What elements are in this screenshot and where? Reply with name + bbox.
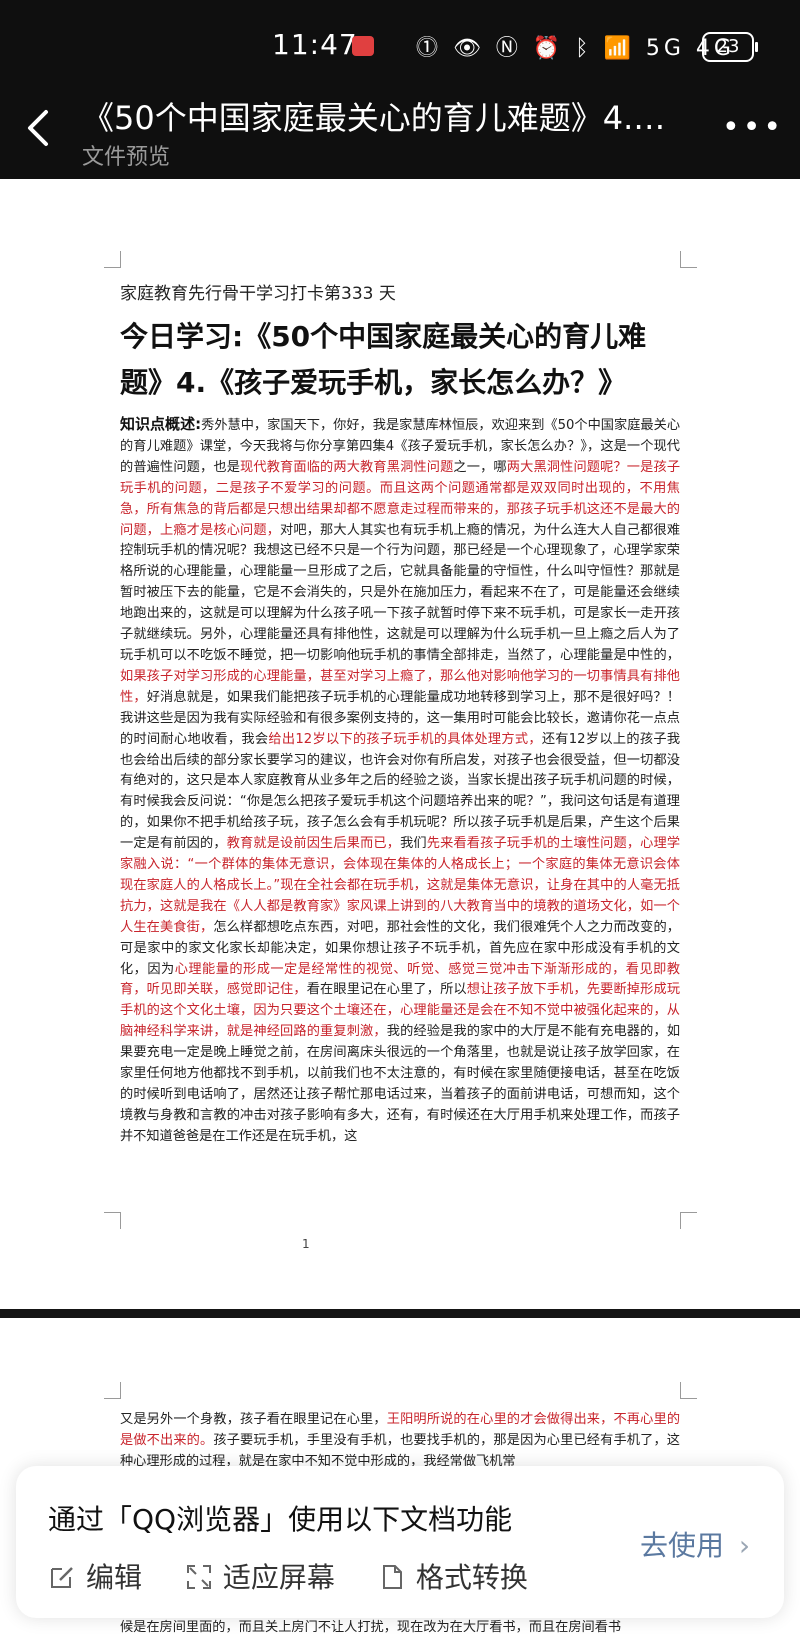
fit-screen-action-label: 适应屏幕	[222, 1561, 335, 1594]
lead-label: 知识点概述:	[120, 415, 202, 433]
headline-line-2: 题》4.《孩子爱玩手机，家长怎么办？》	[120, 366, 627, 399]
top-bar: 11:47 ⓵ 👁 Ⓝ ⏰ ᛒ 📶 5G 4G 23 《50个中国家庭最关心的育…	[0, 0, 800, 179]
body-paragraph: 知识点概述:秀外慧中，家国天下，你好，我是家慧库林恒辰，欢迎来到《50个中国家庭…	[120, 414, 680, 1148]
edit-action-label: 编辑	[86, 1561, 143, 1594]
edit-icon	[51, 1567, 73, 1588]
text-segment: 看在眼里记在心里了，所以	[306, 982, 467, 998]
crop-mark	[104, 1382, 121, 1399]
fit-screen-action[interactable]: 适应屏幕	[185, 1556, 335, 1596]
edit-action[interactable]: 编辑	[48, 1556, 142, 1596]
go-use-label: 去使用	[640, 1529, 725, 1562]
crop-mark	[680, 1382, 697, 1399]
file-convert-action-label: 格式转换	[415, 1561, 528, 1594]
crop-mark	[680, 1212, 697, 1229]
qq-browser-promo-card: 通过「QQ浏览器」使用以下文档功能 编辑 适应屏幕 格式转换 去使用 ›	[16, 1466, 784, 1618]
page-1-content: 家庭教育先行骨干学习打卡第333 天 今日学习:《50个中国家庭最关心的育儿难 …	[120, 279, 680, 1148]
headline-line-1: 今日学习:《50个中国家庭最关心的育儿难	[120, 320, 647, 353]
page-2-content: 又是另外一个身教，孩子看在眼里记在心里，王阳明所说的在心里的才会做得出来，不再心…	[120, 1410, 680, 1473]
text-segment: 我们	[400, 836, 427, 852]
crop-mark	[680, 251, 697, 268]
text-segment: 我的经验是我的家中的大厅是不能有充电器的，如果要充电一定是晚上睡觉之前，在房间离…	[120, 1024, 681, 1144]
status-icons: ⓵ 👁 Ⓝ ⏰ ᛒ 📶 5G 4G	[416, 36, 735, 61]
promo-actions: 编辑 适应屏幕 格式转换	[48, 1556, 562, 1596]
page-2-peek-text: 候是在房间里面的，而且关上房门不让人打扰，现在改为在大厅看书，而且在房间看书	[120, 1620, 622, 1635]
go-use-button[interactable]: 去使用 ›	[640, 1524, 750, 1564]
notification-app-icon	[352, 36, 374, 56]
crop-mark	[104, 1212, 121, 1229]
back-button[interactable]	[20, 104, 60, 152]
text-segment: 对吧，那大人其实也有玩手机上瘾的情况，为什么连大人自己都很难控制玩手机的情况呢？…	[120, 522, 681, 663]
crop-mark	[104, 251, 121, 268]
fit-screen-icon	[186, 1565, 211, 1589]
kicker-text: 家庭教育先行骨干学习打卡第333 天	[120, 284, 396, 304]
page-divider	[0, 1309, 800, 1318]
chevron-right-icon: ›	[738, 1529, 751, 1562]
chevron-left-icon	[28, 110, 48, 146]
file-convert-icon	[382, 1565, 402, 1589]
text-segment: 还有12岁以上的孩子我也会给出后续的部分家长要学习的建议，也许会对你有所启发，对…	[120, 731, 681, 852]
page-headline: 今日学习:《50个中国家庭最关心的育儿难 题》4.《孩子爱玩手机，家长怎么办？》	[120, 314, 680, 406]
document-page-1: 家庭教育先行骨干学习打卡第333 天 今日学习:《50个中国家庭最关心的育儿难 …	[0, 179, 800, 1309]
document-subtitle: 文件预览	[82, 145, 171, 170]
text-segment: 之一，哪	[453, 459, 507, 475]
more-menu-button[interactable]: •••	[722, 110, 784, 145]
text-segment: 又是另外一个身教，孩子看在眼里记在心里，	[120, 1412, 387, 1427]
battery-icon: 23	[702, 32, 758, 62]
promo-title: 通过「QQ浏览器」使用以下文档功能	[48, 1503, 513, 1536]
document-title: 《50个中国家庭最关心的育儿难题》4.…	[82, 99, 666, 137]
highlighted-text-segment: 现代教育面临的两大教育黑洞性问题	[240, 459, 454, 475]
highlighted-text-segment: 给出12岁以下的孩子玩手机的具体处理方式，	[268, 731, 542, 747]
status-time: 11:47	[272, 28, 358, 61]
file-convert-action[interactable]: 格式转换	[378, 1556, 528, 1596]
body-paragraph: 又是另外一个身教，孩子看在眼里记在心里，王阳明所说的在心里的才会做得出来，不再心…	[120, 1410, 680, 1473]
page-number: 1	[302, 1237, 310, 1251]
highlighted-text-segment: 教育就是设前因生后果而已，	[226, 836, 401, 852]
